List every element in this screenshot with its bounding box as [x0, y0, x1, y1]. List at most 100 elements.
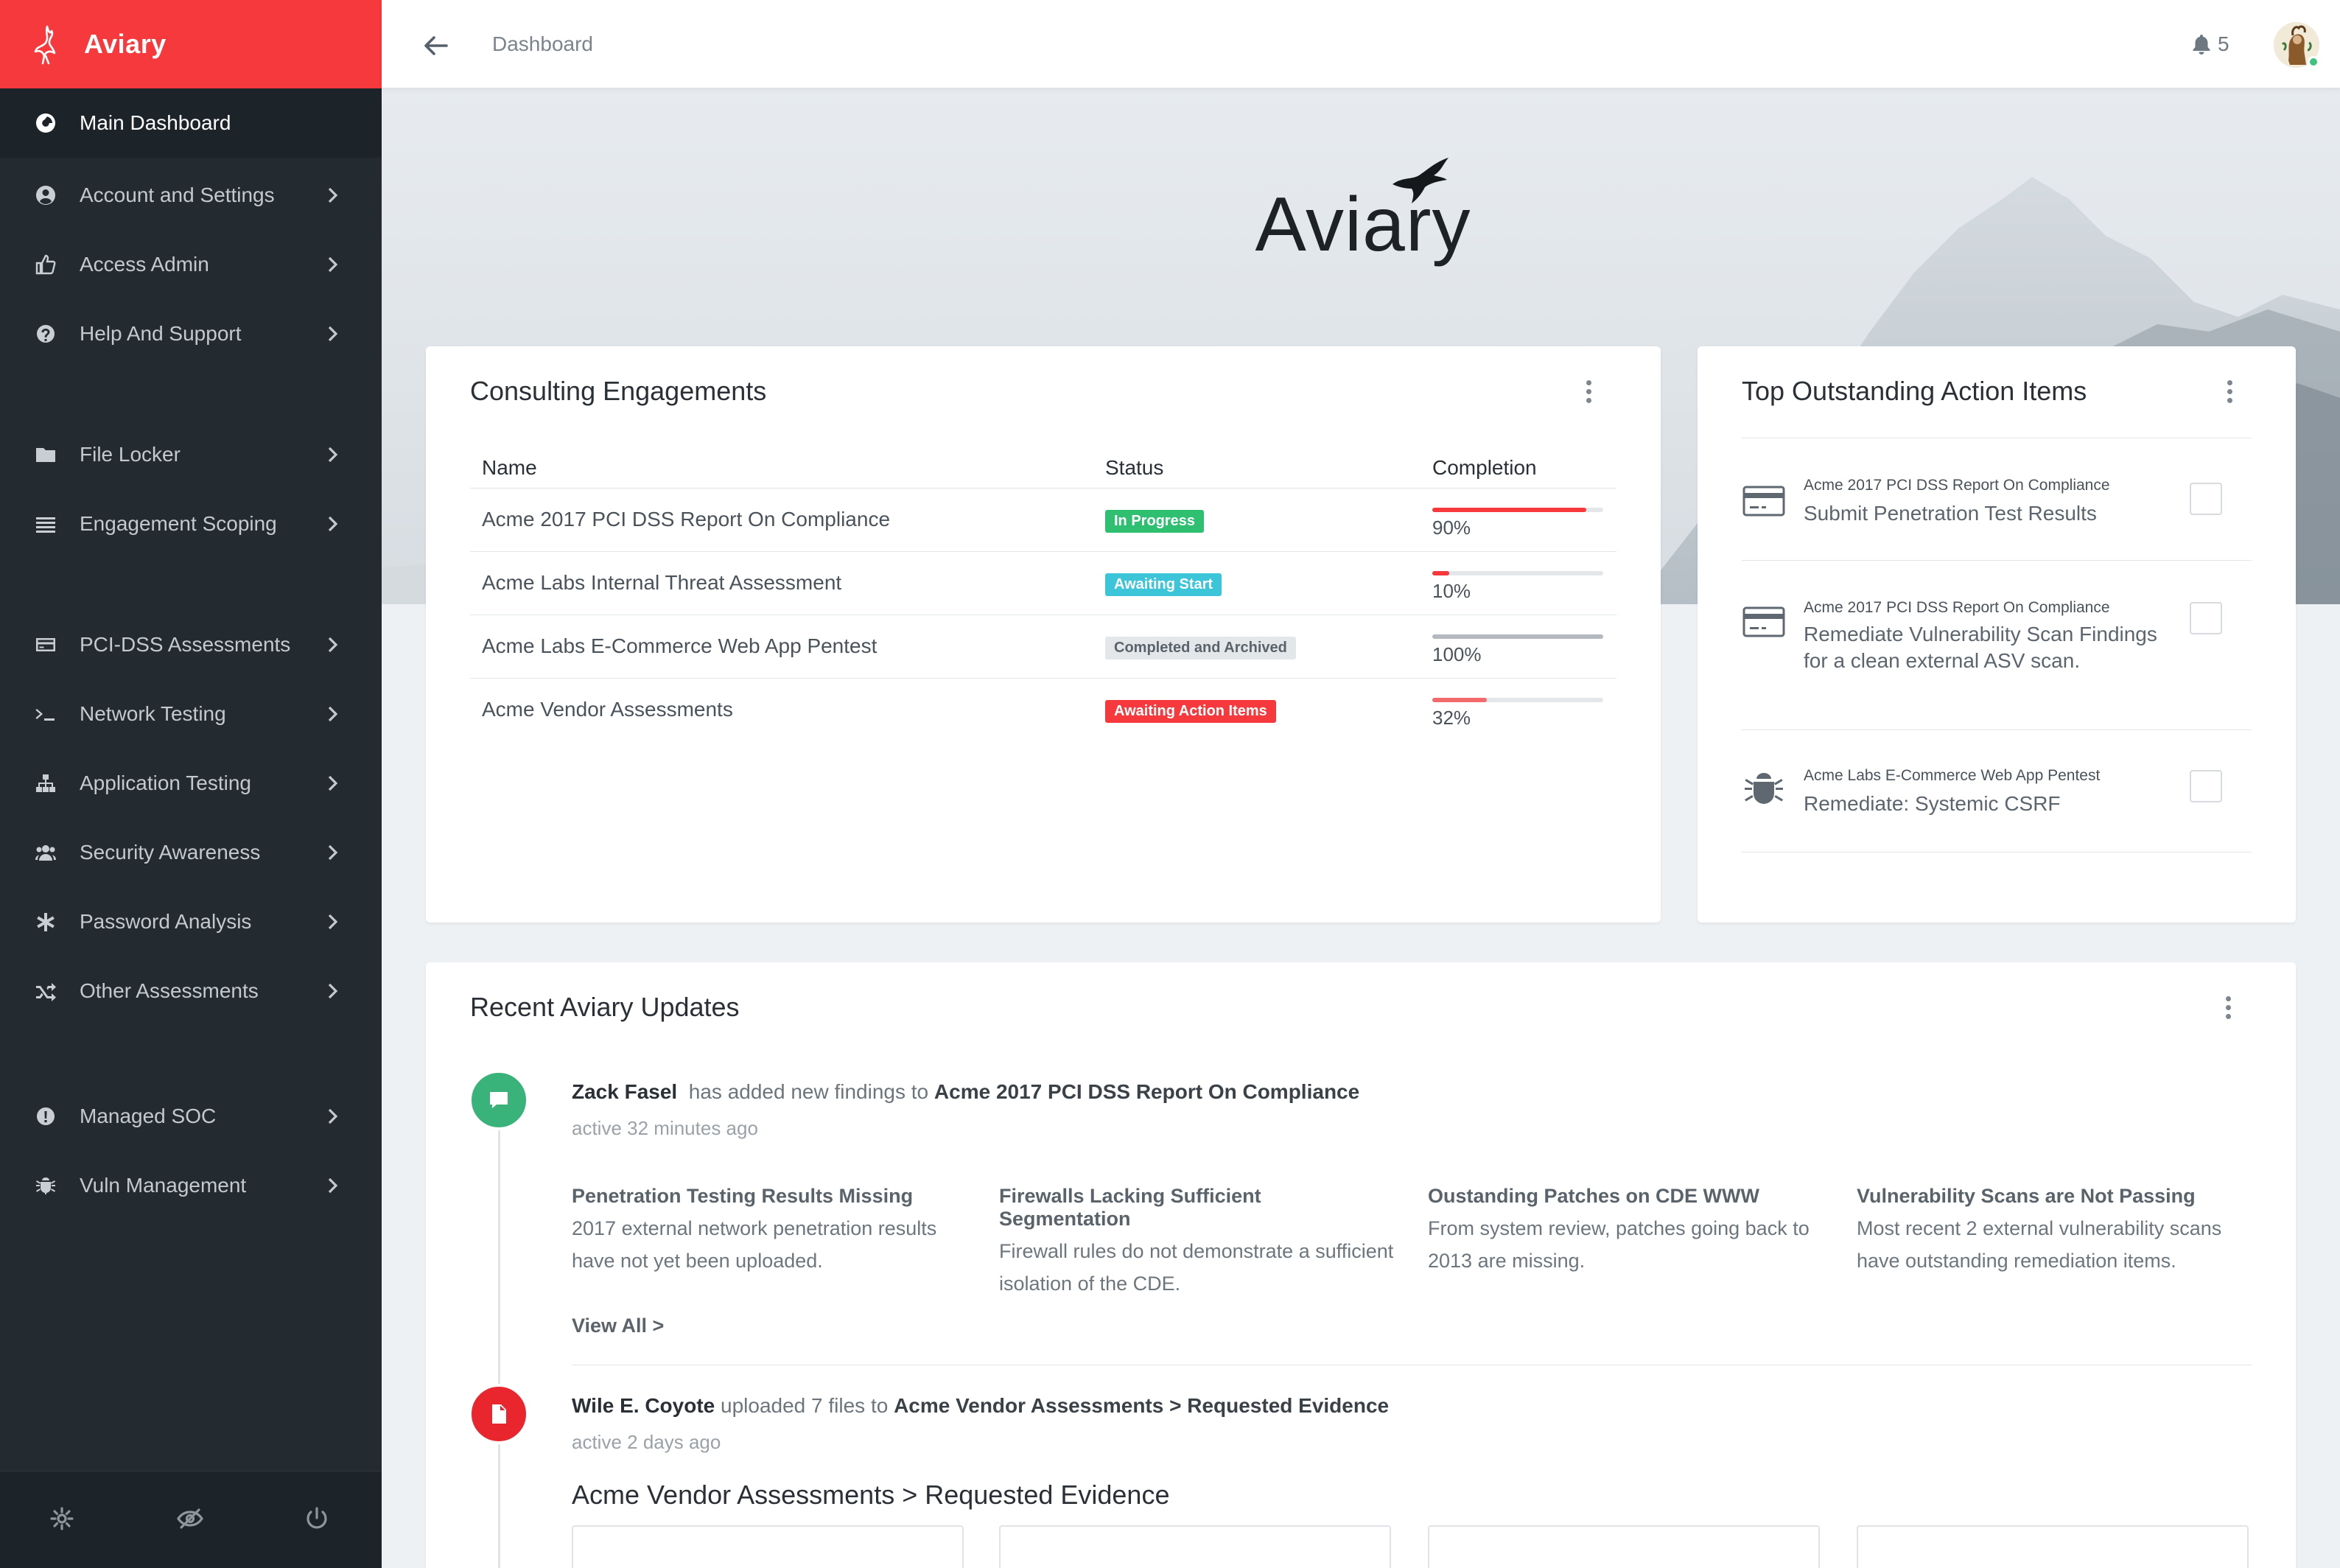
engagement-name[interactable]: Acme 2017 PCI DSS Report On Compliance	[470, 488, 1093, 552]
eye-slash-icon[interactable]	[174, 1502, 206, 1535]
finding-item[interactable]: Vulnerability Scans are Not Passing Most…	[1857, 1185, 2255, 1277]
update-target[interactable]: Acme Vendor Assessments > Requested Evid…	[894, 1394, 1389, 1417]
credit-card-icon	[1742, 599, 1786, 643]
chevron-right-icon	[326, 1105, 340, 1127]
sidebar-item-access-admin[interactable]: Access Admin	[0, 230, 382, 299]
finding-item[interactable]: Oustanding Patches on CDE WWW From syste…	[1428, 1185, 1826, 1277]
column-header-completion: Completion	[1421, 448, 1616, 489]
action-items-card: Top Outstanding Action Items Acme 2017 P…	[1698, 346, 2296, 923]
credit-card-icon	[34, 633, 57, 657]
back-arrow-icon[interactable]	[420, 29, 452, 62]
action-item[interactable]: Acme 2017 PCI DSS Report On Compliance R…	[1742, 561, 2252, 730]
engagement-status-cell: Awaiting Start	[1093, 551, 1421, 615]
sidebar-item-security-awareness[interactable]: Security Awareness	[0, 818, 382, 887]
gear-icon[interactable]	[46, 1502, 78, 1535]
timeline-dot-file	[469, 1384, 529, 1444]
file-icon	[492, 1404, 506, 1424]
finding-desc: Most recent 2 external vulnerability sca…	[1857, 1217, 2222, 1272]
engagement-completion-cell: 100%	[1421, 615, 1616, 679]
more-options-icon[interactable]	[1581, 380, 1596, 410]
sidebar-item-main-dashboard[interactable]: Main Dashboard	[0, 88, 382, 158]
chevron-right-icon	[326, 911, 340, 933]
bell-icon	[2193, 35, 2210, 55]
sidebar-item-file-locker[interactable]: File Locker	[0, 420, 382, 489]
table-row[interactable]: Acme Labs Internal Threat Assessment Awai…	[470, 551, 1616, 615]
notifications-button[interactable]: 5	[2191, 29, 2250, 59]
update-user[interactable]: Wile E. Coyote	[572, 1394, 715, 1417]
update-target[interactable]: Acme 2017 PCI DSS Report On Compliance	[934, 1080, 1359, 1103]
hero-title: Aviary	[1255, 182, 1471, 267]
bird-logo-icon	[1393, 158, 1449, 203]
sidebar-item-network-testing[interactable]: Network Testing	[0, 679, 382, 749]
engagement-name[interactable]: Acme Vendor Assessments	[470, 678, 1093, 741]
update-action: has added new findings to	[688, 1080, 929, 1103]
update-summary: Wile E. Coyote uploaded 7 files to Acme …	[572, 1394, 1389, 1418]
engagement-completion-cell: 10%	[1421, 551, 1616, 615]
engagement-status-cell: Completed and Archived	[1093, 615, 1421, 679]
chevron-right-icon	[326, 1175, 340, 1197]
finding-item[interactable]: Firewalls Lacking Sufficient Segmentatio…	[999, 1185, 1397, 1300]
aviary-logo-icon	[34, 25, 56, 65]
evidence-file-card[interactable]	[1857, 1525, 2249, 1568]
bug-icon	[34, 1174, 57, 1197]
sidebar-item-label: File Locker	[80, 443, 181, 466]
action-text: Remediate: Systemic CSRF	[1804, 792, 2061, 815]
finding-title: Oustanding Patches on CDE WWW	[1428, 1185, 1759, 1207]
top-header: Dashboard 5	[382, 0, 2340, 88]
sidebar-item-help-support[interactable]: Help And Support	[0, 299, 382, 368]
sidebar: Aviary Main Dashboard Account and Settin…	[0, 0, 382, 1568]
action-checkbox[interactable]	[2190, 602, 2222, 634]
sidebar-item-label: Network Testing	[80, 702, 226, 725]
sidebar-item-account-settings[interactable]: Account and Settings	[0, 161, 382, 230]
evidence-file-card[interactable]	[999, 1525, 1391, 1568]
sidebar-item-managed-soc[interactable]: Managed SOC	[0, 1082, 382, 1151]
terminal-icon	[34, 702, 57, 726]
more-options-icon[interactable]	[2222, 380, 2237, 410]
consulting-engagements-card: Consulting Engagements Name Status Compl…	[426, 346, 1661, 923]
update-user[interactable]: Zack Fasel	[572, 1080, 677, 1103]
sidebar-item-vuln-management[interactable]: Vuln Management	[0, 1151, 382, 1220]
progress-fill	[1432, 634, 1603, 639]
column-header-name: Name	[470, 448, 1093, 489]
evidence-file-card[interactable]	[1428, 1525, 1820, 1568]
table-row[interactable]: Acme 2017 PCI DSS Report On Compliance In…	[470, 488, 1616, 552]
users-icon	[34, 841, 57, 864]
completion-percent: 10%	[1432, 579, 1471, 602]
engagement-completion-cell: 32%	[1421, 678, 1616, 741]
chevron-right-icon	[326, 841, 340, 864]
action-item[interactable]: Acme 2017 PCI DSS Report On Compliance S…	[1742, 438, 2252, 561]
status-badge: Awaiting Start	[1105, 573, 1222, 596]
sidebar-item-other-assessments[interactable]: Other Assessments	[0, 956, 382, 1026]
user-circle-icon	[34, 183, 57, 207]
sidebar-item-application-testing[interactable]: Application Testing	[0, 749, 382, 818]
table-row[interactable]: Acme Vendor Assessments Awaiting Action I…	[470, 678, 1616, 741]
chevron-right-icon	[326, 703, 340, 725]
sidebar-item-pci-dss[interactable]: PCI-DSS Assessments	[0, 610, 382, 679]
more-options-icon[interactable]	[2221, 996, 2235, 1026]
engagement-name[interactable]: Acme Labs Internal Threat Assessment	[470, 551, 1093, 615]
completion-percent: 100%	[1432, 643, 1482, 665]
action-item[interactable]: Acme Labs E-Commerce Web App Pentest Rem…	[1742, 730, 2252, 853]
completion-percent: 32%	[1432, 706, 1471, 729]
power-icon[interactable]	[301, 1502, 333, 1535]
evidence-file-card[interactable]	[572, 1525, 964, 1568]
view-all-link[interactable]: View All >	[572, 1315, 664, 1337]
breadcrumb[interactable]: Dashboard	[492, 32, 593, 56]
card-title: Top Outstanding Action Items	[1742, 376, 2087, 406]
sidebar-item-engagement-scoping[interactable]: Engagement Scoping	[0, 489, 382, 559]
table-row[interactable]: Acme Labs E-Commerce Web App Pentest Comp…	[470, 615, 1616, 679]
engagement-name[interactable]: Acme Labs E-Commerce Web App Pentest	[470, 615, 1093, 679]
table-header-row: Name Status Completion	[470, 448, 1616, 489]
action-checkbox[interactable]	[2190, 770, 2222, 802]
action-context: Acme 2017 PCI DSS Report On Compliance	[1804, 477, 2110, 494]
asterisk-icon	[34, 910, 57, 934]
finding-item[interactable]: Penetration Testing Results Missing 2017…	[572, 1185, 970, 1277]
bug-icon	[1742, 767, 1786, 811]
brand-header[interactable]: Aviary	[0, 0, 382, 88]
sidebar-item-password-analysis[interactable]: Password Analysis	[0, 887, 382, 956]
thumbs-up-icon	[34, 253, 57, 276]
column-header-status: Status	[1093, 448, 1421, 489]
sidebar-item-label: Engagement Scoping	[80, 512, 277, 535]
brand-name: Aviary	[84, 29, 167, 59]
action-checkbox[interactable]	[2190, 483, 2222, 515]
